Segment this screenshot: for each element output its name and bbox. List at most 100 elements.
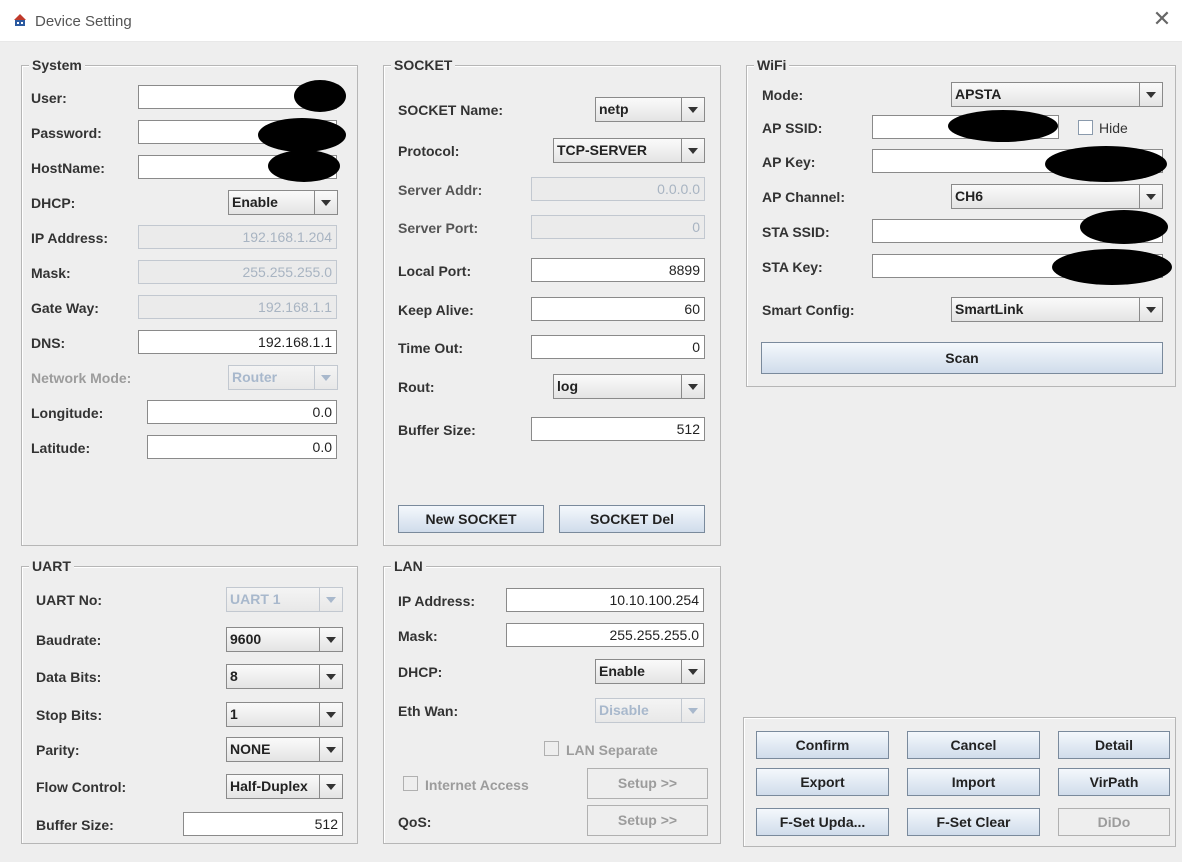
chevron-down-icon <box>314 366 337 389</box>
chevron-down-icon[interactable] <box>1139 185 1162 208</box>
socket-del-button[interactable]: SOCKET Del <box>559 505 705 533</box>
qos-setup-button: Setup >> <box>587 805 708 836</box>
redaction-mark <box>948 110 1058 142</box>
chevron-down-icon[interactable] <box>319 703 342 726</box>
redaction-mark <box>1052 249 1172 285</box>
export-button[interactable]: Export <box>756 768 889 796</box>
wifi-title: WiFi <box>754 57 790 73</box>
ap-key-label: AP Key: <box>762 154 816 170</box>
baudrate-value: 9600 <box>230 631 262 647</box>
fset-update-button[interactable]: F-Set Upda... <box>756 808 889 836</box>
redaction-mark <box>258 118 346 152</box>
lan-ip-label: IP Address: <box>398 593 476 609</box>
flow-control-select[interactable]: Half-Duplex <box>226 774 343 799</box>
socket-buffer-field[interactable]: 512 <box>531 417 705 441</box>
data-bits-select[interactable]: 8 <box>226 664 343 689</box>
socket-buffer-label: Buffer Size: <box>398 422 476 438</box>
password-label: Password: <box>31 125 102 141</box>
protocol-select[interactable]: TCP-SERVER <box>553 138 705 163</box>
chevron-down-icon[interactable] <box>681 375 704 398</box>
lan-dhcp-select[interactable]: Enable <box>595 659 705 684</box>
uart-title: UART <box>29 558 74 574</box>
app-icon <box>14 14 26 26</box>
ip-address-label: IP Address: <box>31 230 109 246</box>
lan-mask-label: Mask: <box>398 628 438 644</box>
chevron-down-icon[interactable] <box>1139 83 1162 106</box>
chevron-down-icon[interactable] <box>319 775 342 798</box>
smart-config-value: SmartLink <box>955 301 1024 317</box>
rout-select[interactable]: log <box>553 374 705 399</box>
baudrate-select[interactable]: 9600 <box>226 627 343 652</box>
parity-select[interactable]: NONE <box>226 737 343 762</box>
uart-no-label: UART No: <box>36 592 103 608</box>
stop-bits-select[interactable]: 1 <box>226 702 343 727</box>
ap-channel-select[interactable]: CH6 <box>951 184 1163 209</box>
chevron-down-icon[interactable] <box>1139 298 1162 321</box>
socket-name-label: SOCKET Name: <box>398 102 504 118</box>
smart-config-select[interactable]: SmartLink <box>951 297 1163 322</box>
confirm-button[interactable]: Confirm <box>756 731 889 759</box>
longitude-field[interactable]: 0.0 <box>147 400 337 424</box>
local-port-field[interactable]: 8899 <box>531 258 705 282</box>
stop-bits-value: 1 <box>230 706 238 722</box>
chevron-down-icon[interactable] <box>319 628 342 651</box>
window-title: Device Setting <box>35 13 132 30</box>
stop-bits-label: Stop Bits: <box>36 707 103 723</box>
server-port-field: 0 <box>531 215 705 239</box>
network-mode-label: Network Mode: <box>31 370 132 386</box>
protocol-label: Protocol: <box>398 143 460 159</box>
rout-label: Rout: <box>398 379 435 395</box>
keep-alive-label: Keep Alive: <box>398 302 474 318</box>
baudrate-label: Baudrate: <box>36 632 102 648</box>
data-bits-label: Data Bits: <box>36 669 102 685</box>
dns-label: DNS: <box>31 335 66 351</box>
socket-name-select[interactable]: netp <box>595 97 705 122</box>
import-button[interactable]: Import <box>907 768 1040 796</box>
mask-label: Mask: <box>31 265 71 281</box>
internet-access-label: Internet Access <box>425 777 529 793</box>
virpath-button[interactable]: VirPath <box>1058 768 1170 796</box>
internet-setup-button: Setup >> <box>587 768 708 799</box>
gateway-label: Gate Way: <box>31 300 99 316</box>
data-bits-value: 8 <box>230 668 238 684</box>
cancel-button[interactable]: Cancel <box>907 731 1040 759</box>
ap-channel-value: CH6 <box>955 188 984 204</box>
scan-button[interactable]: Scan <box>761 342 1163 374</box>
close-icon[interactable]: ✕ <box>1150 8 1174 32</box>
chevron-down-icon <box>319 588 342 611</box>
flow-control-value: Half-Duplex <box>230 778 308 794</box>
parity-value: NONE <box>230 741 271 757</box>
sta-key-label: STA Key: <box>762 259 823 275</box>
latitude-field[interactable]: 0.0 <box>147 435 337 459</box>
network-mode-value: Router <box>232 369 278 385</box>
mode-select[interactable]: APSTA <box>951 82 1163 107</box>
timeout-field[interactable]: 0 <box>531 335 705 359</box>
dhcp-label: DHCP: <box>31 195 76 211</box>
chevron-down-icon[interactable] <box>681 98 704 121</box>
lan-mask-field[interactable]: 255.255.255.0 <box>506 623 704 647</box>
dhcp-select-value: Enable <box>232 194 278 210</box>
mask-field: 255.255.255.0 <box>138 260 337 284</box>
dns-field[interactable]: 192.168.1.1 <box>138 330 337 354</box>
ap-channel-label: AP Channel: <box>762 189 845 205</box>
longitude-label: Longitude: <box>31 405 104 421</box>
dhcp-select[interactable]: Enable <box>228 190 338 215</box>
chevron-down-icon[interactable] <box>319 665 342 688</box>
hide-checkbox[interactable] <box>1078 120 1093 135</box>
detail-button[interactable]: Detail <box>1058 731 1170 759</box>
mode-label: Mode: <box>762 87 804 103</box>
flow-control-label: Flow Control: <box>36 779 127 795</box>
uart-buffer-field[interactable]: 512 <box>183 812 343 836</box>
eth-wan-label: Eth Wan: <box>398 703 459 719</box>
chevron-down-icon[interactable] <box>314 191 337 214</box>
keep-alive-field[interactable]: 60 <box>531 297 705 321</box>
new-socket-button[interactable]: New SOCKET <box>398 505 544 533</box>
lan-dhcp-value: Enable <box>599 663 645 679</box>
lan-ip-field[interactable]: 10.10.100.254 <box>506 588 704 612</box>
chevron-down-icon[interactable] <box>319 738 342 761</box>
chevron-down-icon[interactable] <box>681 660 704 683</box>
chevron-down-icon[interactable] <box>681 139 704 162</box>
ip-address-field: 192.168.1.204 <box>138 225 337 249</box>
server-addr-field: 0.0.0.0 <box>531 177 705 201</box>
fset-clear-button[interactable]: F-Set Clear <box>907 808 1040 836</box>
